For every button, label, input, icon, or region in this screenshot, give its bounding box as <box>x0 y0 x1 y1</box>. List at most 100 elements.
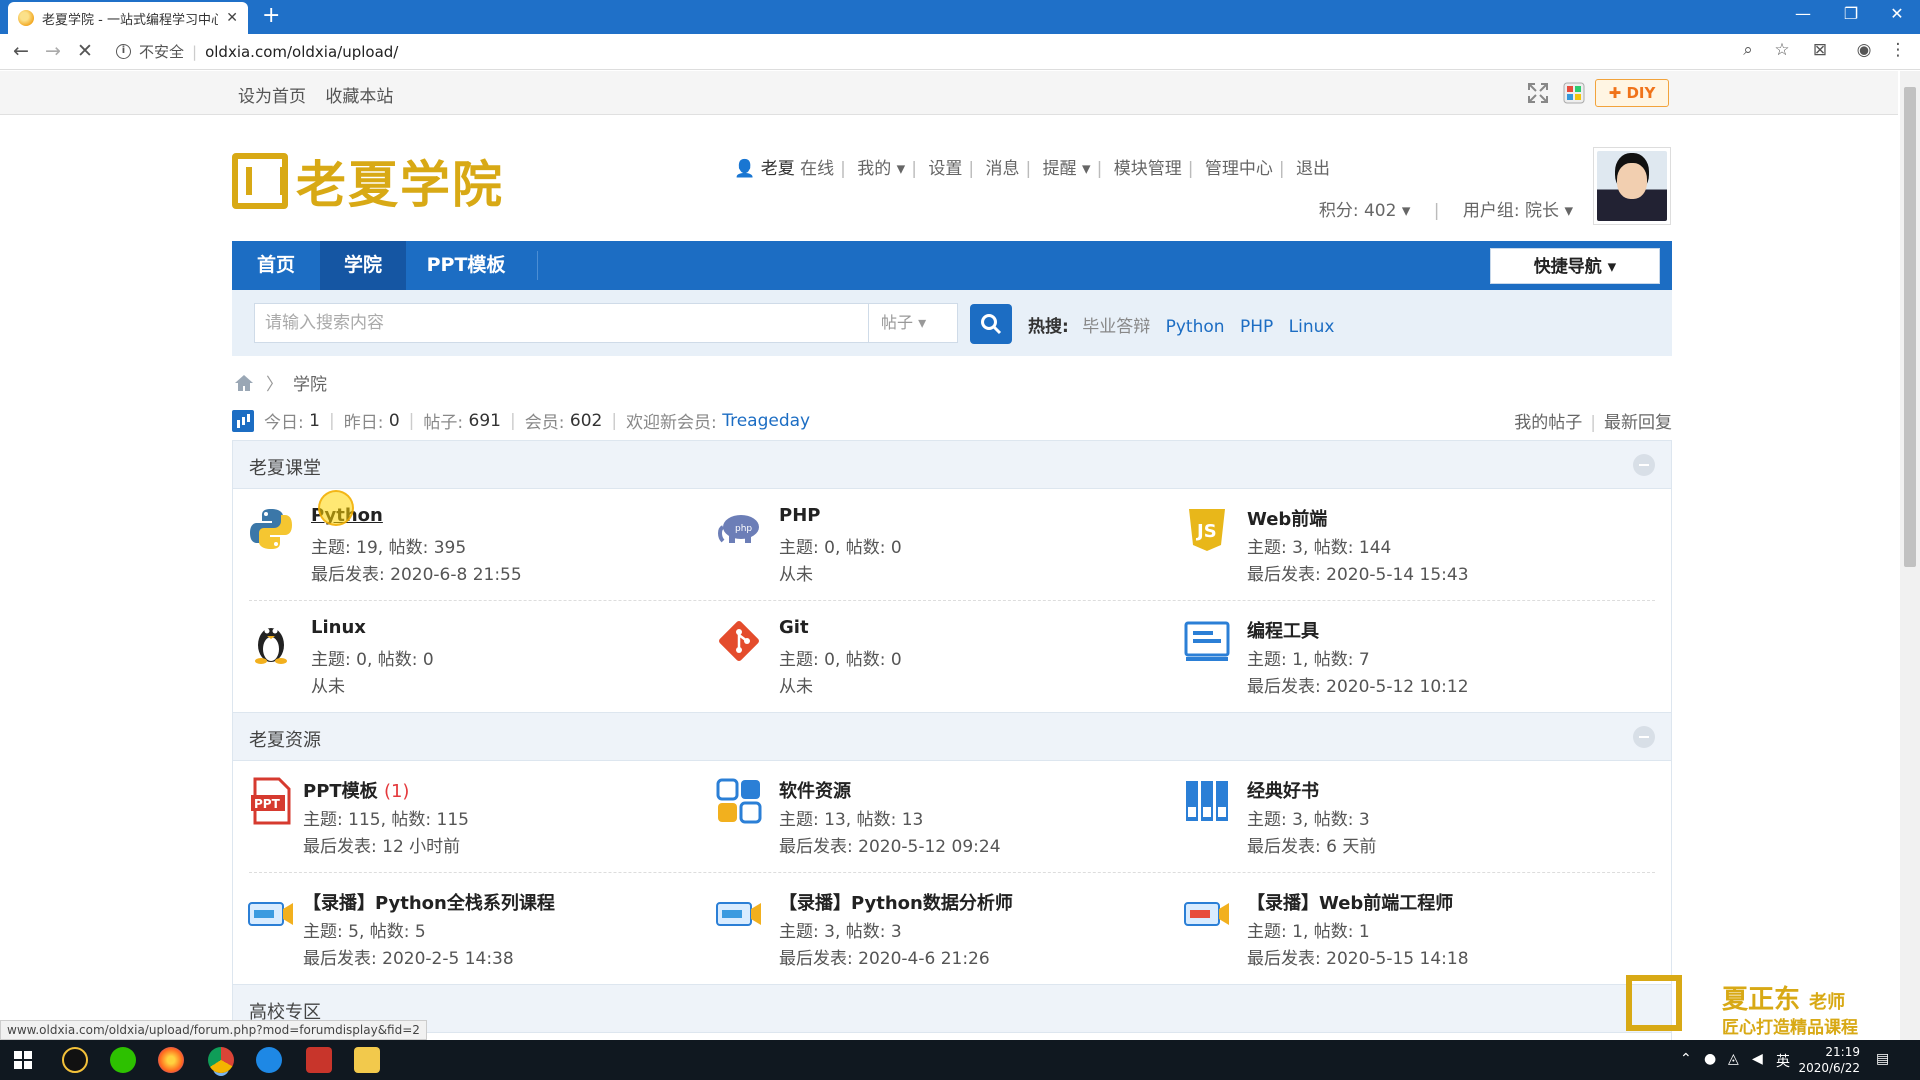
forum-item-php[interactable]: php PHP 主题: 0, 帖数: 0 从未 <box>715 501 1175 591</box>
forum-name[interactable]: 【录播】Python全栈系列课程 <box>303 889 555 915</box>
bookmark-star-icon[interactable]: ☆ <box>1770 40 1794 60</box>
forum-last-post[interactable]: 最后发表: 2020-5-14 15:43 <box>1247 560 1469 585</box>
restore-icon[interactable]: ❐ <box>1836 4 1866 23</box>
forum-item-python-data-analyst[interactable]: 【录播】Python数据分析师 主题: 3, 帖数: 3 最后发表: 2020-… <box>715 885 1175 975</box>
nav-item-ppt[interactable]: PPT模板 <box>406 241 526 290</box>
stop-loading-button[interactable]: ✕ <box>72 40 98 62</box>
forum-name-text[interactable]: PPT模板 <box>303 781 378 802</box>
collapse-icon[interactable] <box>1633 454 1655 476</box>
forum-item-git[interactable]: Git 主题: 0, 帖数: 0 从未 <box>715 613 1175 703</box>
forum-last-post[interactable]: 最后发表: 2020-5-15 14:18 <box>1247 944 1469 969</box>
section-title[interactable]: 老夏课堂 <box>249 454 321 480</box>
admin-center-link[interactable]: 管理中心 <box>1205 159 1273 179</box>
my-menu[interactable]: 我的 ▾ <box>857 159 905 179</box>
browser-tab[interactable]: 老夏学院 - 一站式编程学习中心 ✕ <box>8 2 248 34</box>
url-text[interactable]: oldxia.com/oldxia/upload/ <box>205 43 398 61</box>
forum-name[interactable]: 经典好书 <box>1247 777 1319 803</box>
logout-link[interactable]: 退出 <box>1296 159 1330 179</box>
messages-link[interactable]: 消息 <box>986 159 1020 179</box>
forum-name[interactable]: PHP <box>779 505 820 526</box>
forum-name[interactable]: Web前端 <box>1247 505 1327 531</box>
zoom-icon[interactable]: ⌕ <box>1736 40 1760 60</box>
collapse-icon[interactable] <box>1633 726 1655 748</box>
latest-reply-link[interactable]: 最新回复 <box>1604 413 1672 433</box>
forum-last-post[interactable]: 最后发表: 12 小时前 <box>303 832 460 857</box>
settings-link[interactable]: 设置 <box>928 159 962 179</box>
browser-app-icon[interactable] <box>256 1047 282 1073</box>
forum-last-post[interactable]: 最后发表: 2020-6-8 21:55 <box>311 560 522 585</box>
module-manage-link[interactable]: 模块管理 <box>1114 159 1182 179</box>
info-icon[interactable]: i <box>116 44 131 59</box>
chrome-icon[interactable] <box>208 1047 234 1073</box>
forum-item-ppt[interactable]: PPT PPT模板 (1) 主题: 115, 帖数: 115 最后发表: 12 … <box>247 773 707 863</box>
forum-name[interactable]: Git <box>779 617 809 638</box>
reminder-menu[interactable]: 提醒 ▾ <box>1043 159 1091 179</box>
presentation-app-icon[interactable] <box>306 1047 332 1073</box>
search-input[interactable] <box>254 303 869 343</box>
qq-icon[interactable] <box>62 1047 88 1073</box>
fullscreen-icon[interactable] <box>1526 81 1550 105</box>
forum-item-books[interactable]: 经典好书 主题: 3, 帖数: 3 最后发表: 6 天前 <box>1183 773 1643 863</box>
home-icon[interactable] <box>234 374 254 392</box>
search-type-select[interactable]: 帖子 ▾ <box>868 303 958 343</box>
section-title[interactable]: 老夏资源 <box>249 726 321 752</box>
firefox-icon[interactable] <box>158 1047 184 1073</box>
clock[interactable]: 21:19 2020/6/22 <box>1798 1044 1860 1076</box>
new-tab-button[interactable]: + <box>262 5 280 27</box>
menu-icon[interactable]: ⋮ <box>1886 40 1910 60</box>
forum-item-web-frontend[interactable]: JS Web前端 主题: 3, 帖数: 144 最后发表: 2020-5-14 … <box>1183 501 1643 591</box>
minimize-icon[interactable]: — <box>1788 4 1818 23</box>
site-logo[interactable]: 老夏学院 <box>232 150 537 214</box>
color-palette-icon[interactable] <box>1562 81 1586 105</box>
tab-close-icon[interactable]: ✕ <box>226 10 238 26</box>
hot-search-item[interactable]: Linux <box>1289 317 1335 337</box>
hot-search-item[interactable]: 毕业答辩 <box>1082 317 1150 337</box>
points-menu[interactable]: 积分: 402 ▾ <box>1319 201 1411 221</box>
windows-start-icon[interactable] <box>14 1051 32 1069</box>
avatar[interactable] <box>1593 147 1671 225</box>
nav-item-academy[interactable]: 学院 <box>320 241 406 290</box>
my-posts-link[interactable]: 我的帖子 <box>1514 413 1582 433</box>
forum-last-post[interactable]: 最后发表: 2020-4-6 21:26 <box>779 944 990 969</box>
forum-item-software[interactable]: 软件资源 主题: 13, 帖数: 13 最后发表: 2020-5-12 09:2… <box>715 773 1175 863</box>
back-button[interactable]: ← <box>8 40 34 62</box>
scrollbar-thumb[interactable] <box>1904 87 1916 567</box>
bookmark-site-link[interactable]: 收藏本站 <box>325 87 393 107</box>
forum-name[interactable]: 【录播】Web前端工程师 <box>1247 889 1453 915</box>
forum-item-linux[interactable]: Linux 主题: 0, 帖数: 0 从未 <box>247 613 707 703</box>
forum-name[interactable]: 软件资源 <box>779 777 851 803</box>
extension-icon[interactable]: ⊠ <box>1808 40 1832 60</box>
page-scrollbar[interactable] <box>1900 71 1920 1040</box>
diy-button[interactable]: ✚ DIY <box>1595 79 1669 107</box>
quick-nav-button[interactable]: 快捷导航 ▾ <box>1490 248 1660 284</box>
tray-up-icon[interactable]: ⌃ <box>1680 1051 1692 1067</box>
forum-last-post[interactable]: 最后发表: 6 天前 <box>1247 832 1376 857</box>
forum-item-programming-tools[interactable]: 编程工具 主题: 1, 帖数: 7 最后发表: 2020-5-12 10:12 <box>1183 613 1643 703</box>
network-icon[interactable]: ◬ <box>1728 1051 1739 1067</box>
forum-last-post[interactable]: 最后发表: 2020-5-12 09:24 <box>779 832 1001 857</box>
forum-name[interactable]: 编程工具 <box>1247 617 1319 643</box>
hot-search-item[interactable]: Python <box>1166 317 1225 337</box>
set-home-link[interactable]: 设为首页 <box>238 87 306 107</box>
file-explorer-icon[interactable] <box>354 1047 380 1073</box>
hot-search-item[interactable]: PHP <box>1240 317 1273 337</box>
forum-name[interactable]: PPT模板 (1) <box>303 777 409 803</box>
forum-item-python-fullstack[interactable]: 【录播】Python全栈系列课程 主题: 5, 帖数: 5 最后发表: 2020… <box>247 885 707 975</box>
microphone-icon[interactable]: ● <box>1704 1051 1716 1067</box>
forum-last-post[interactable]: 最后发表: 2020-5-12 10:12 <box>1247 672 1469 697</box>
username-link[interactable]: 老夏 <box>761 159 795 179</box>
forward-button[interactable]: → <box>40 40 66 62</box>
forum-last-post[interactable]: 最后发表: 2020-2-5 14:38 <box>303 944 514 969</box>
wechat-icon[interactable] <box>110 1047 136 1073</box>
notification-icon[interactable]: ▤ <box>1876 1051 1889 1067</box>
forum-name[interactable]: 【录播】Python数据分析师 <box>779 889 1013 915</box>
url-field[interactable]: i 不安全 | oldxia.com/oldxia/upload/ <box>116 41 398 62</box>
search-button[interactable] <box>970 304 1012 344</box>
usergroup-menu[interactable]: 用户组: 院长 ▾ <box>1463 201 1573 221</box>
window-close-icon[interactable]: ✕ <box>1882 4 1912 23</box>
volume-icon[interactable]: ◀ <box>1752 1051 1763 1067</box>
forum-item-web-engineer[interactable]: 【录播】Web前端工程师 主题: 1, 帖数: 1 最后发表: 2020-5-1… <box>1183 885 1643 975</box>
breadcrumb-current[interactable]: 学院 <box>293 370 327 395</box>
new-member-link[interactable]: Treageday <box>722 411 810 431</box>
profile-icon[interactable]: ◉ <box>1852 40 1876 60</box>
